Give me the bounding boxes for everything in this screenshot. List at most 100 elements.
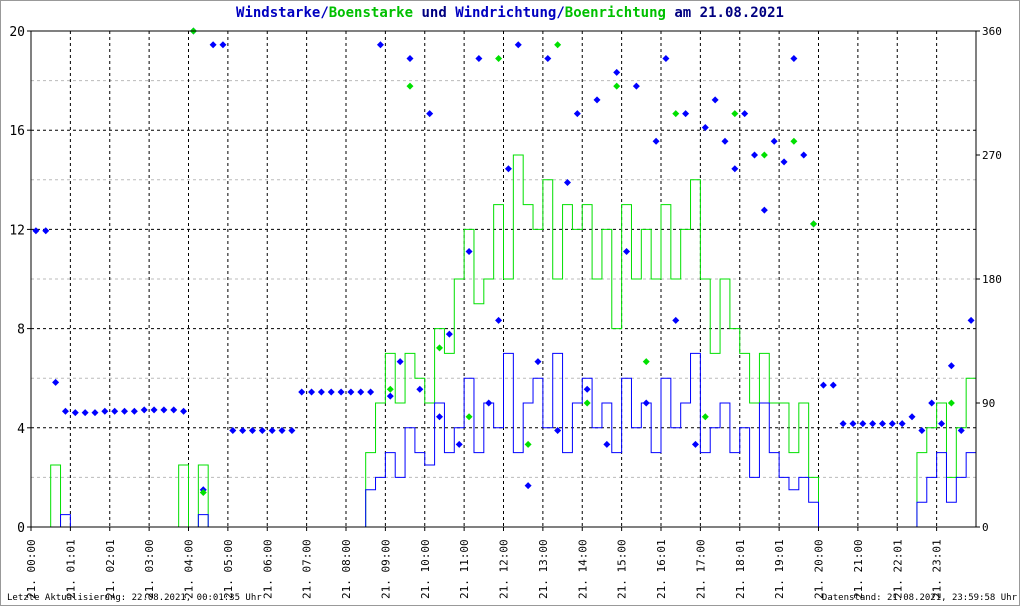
point-windrichtung (514, 41, 522, 49)
point-windrichtung (770, 137, 778, 145)
point-windrichtung (357, 388, 365, 396)
point-windrichtung (632, 82, 640, 90)
point-windrichtung (52, 378, 60, 386)
point-boenrichtung (524, 440, 532, 448)
x-tick-label: 21. 17:00 (694, 539, 707, 599)
point-windrichtung (347, 388, 355, 396)
x-tick-label: 21. 23:01 (931, 539, 944, 599)
x-tick-label: 21. 19:01 (773, 539, 786, 599)
point-windrichtung (416, 385, 424, 393)
point-windrichtung (790, 55, 798, 63)
point-windrichtung (130, 407, 138, 415)
x-tick-label: 21. 13:00 (537, 539, 550, 599)
point-windrichtung (32, 227, 40, 235)
point-windrichtung (337, 388, 345, 396)
point-windrichtung (121, 407, 129, 415)
point-windrichtung (465, 247, 473, 255)
point-windrichtung (839, 420, 847, 428)
point-boenrichtung (701, 413, 709, 421)
x-tick-label: 21. 15:00 (616, 539, 629, 599)
point-windrichtung (524, 482, 532, 490)
y-tick-label-left: 4 (17, 422, 25, 437)
x-tick-label: 21. 03:00 (143, 539, 156, 599)
x-tick-label: 21. 12:00 (498, 539, 511, 599)
point-windrichtung (682, 110, 690, 118)
point-windrichtung (376, 41, 384, 49)
point-boenrichtung (672, 110, 680, 118)
point-windrichtung (209, 41, 217, 49)
y-tick-label-right: 180 (982, 273, 1002, 286)
point-windrichtung (859, 420, 867, 428)
point-windrichtung (239, 427, 247, 435)
point-windrichtung (504, 165, 512, 173)
x-tick-label: 21. 05:00 (222, 539, 235, 599)
x-tick-label: 21. 00:00 (25, 539, 38, 599)
point-windrichtung (898, 420, 906, 428)
point-windrichtung (819, 381, 827, 389)
x-tick-label: 21. 22:01 (891, 539, 904, 599)
footer-last-update: Letzte Aktualisierung: 22.08.2021, 00:01… (7, 593, 262, 603)
y-tick-label-right: 0 (982, 521, 989, 534)
point-boenrichtung (947, 399, 955, 407)
point-windrichtung (426, 110, 434, 118)
point-windrichtung (42, 227, 50, 235)
point-windrichtung (495, 316, 503, 324)
y-tick-label-right: 360 (982, 25, 1002, 38)
point-windrichtung (721, 137, 729, 145)
point-windrichtung (91, 409, 99, 417)
point-windrichtung (61, 407, 69, 415)
point-windrichtung (829, 381, 837, 389)
point-windrichtung (947, 362, 955, 370)
point-windrichtung (455, 440, 463, 448)
point-boenrichtung (436, 344, 444, 352)
point-windrichtung (652, 137, 660, 145)
point-windrichtung (869, 420, 877, 428)
point-boenrichtung (465, 413, 473, 421)
x-tick-label: 21. 20:00 (813, 539, 826, 599)
point-windrichtung (317, 388, 325, 396)
point-windrichtung (101, 407, 109, 415)
x-tick-label: 21. 14:00 (576, 539, 589, 599)
point-windrichtung (672, 316, 680, 324)
point-windrichtung (140, 406, 148, 414)
point-windrichtung (170, 406, 178, 414)
point-windrichtung (150, 406, 158, 414)
x-tick-label: 21. 11:00 (458, 539, 471, 599)
x-tick-label: 21. 06:00 (261, 539, 274, 599)
point-windrichtung (878, 420, 886, 428)
y-tick-label-left: 0 (17, 521, 25, 536)
chart-plot: 0 4 8 12 16 20 0 90 180 270 360 21. 00:00 21. 01:01 2… (9, 25, 1002, 599)
point-windrichtung (71, 409, 79, 417)
point-windrichtung (308, 388, 316, 396)
point-windrichtung (711, 96, 719, 104)
point-windrichtung (662, 55, 670, 63)
point-windrichtung (701, 123, 709, 131)
point-windrichtung (613, 68, 621, 76)
point-boenrichtung (731, 110, 739, 118)
y-tick-label-left: 12 (9, 223, 25, 238)
point-windrichtung (731, 165, 739, 173)
x-tick-label: 21. 07:00 (301, 539, 314, 599)
point-boenrichtung (386, 385, 394, 393)
point-windrichtung (406, 55, 414, 63)
point-windrichtung (298, 388, 306, 396)
x-tick-label: 21. 09:00 (379, 539, 392, 599)
point-boenrichtung (613, 82, 621, 90)
point-windrichtung (583, 385, 591, 393)
point-windrichtung (81, 409, 89, 417)
point-windrichtung (642, 399, 650, 407)
point-windrichtung (327, 388, 335, 396)
point-windrichtung (386, 392, 394, 400)
point-windrichtung (888, 420, 896, 428)
y-tick-label-left: 8 (17, 323, 25, 338)
point-windrichtung (593, 96, 601, 104)
x-tick-label: 21. 08:00 (340, 539, 353, 599)
x-tick-label: 21. 01:01 (64, 539, 77, 599)
y-tick-label-left: 16 (9, 124, 25, 139)
point-windrichtung (928, 399, 936, 407)
chart-window: Windstarke/Boenstarke und Windrichtung/B… (0, 0, 1020, 606)
y-tick-label-right: 90 (982, 397, 995, 410)
x-tick-label: 21. 21:00 (852, 539, 865, 599)
point-boenrichtung (810, 220, 818, 228)
point-windrichtung (691, 440, 699, 448)
